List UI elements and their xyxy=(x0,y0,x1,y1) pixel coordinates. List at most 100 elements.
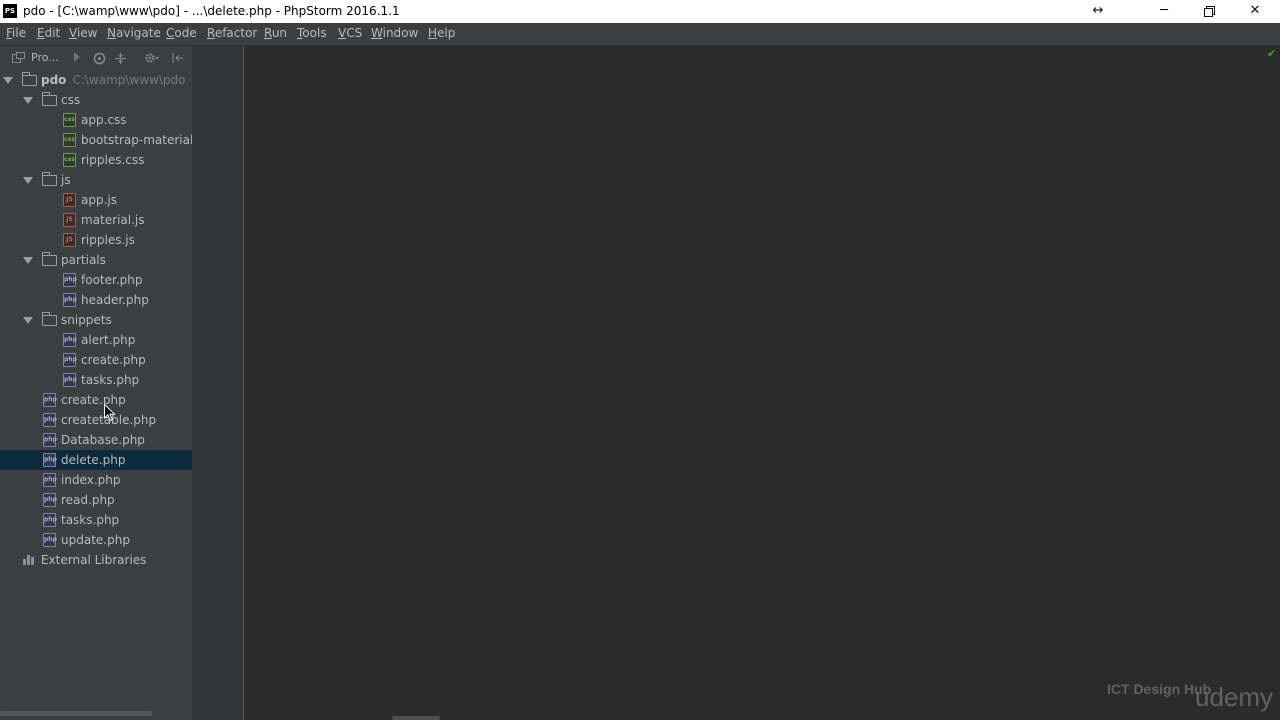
tree-file-selected[interactable]: php delete.php xyxy=(0,450,192,470)
tree-label: header.php xyxy=(81,293,149,307)
mouse-cursor-icon xyxy=(104,403,116,425)
tree-label: css xyxy=(61,93,81,107)
php-file-icon: php xyxy=(43,453,57,467)
tree-file[interactable]: JS material.js xyxy=(0,210,192,230)
menu-help[interactable]: Help xyxy=(428,26,455,40)
php-file-icon: php xyxy=(63,333,77,347)
js-file-icon: JS xyxy=(63,213,76,227)
resize-icon[interactable]: ↔ xyxy=(1075,0,1121,23)
library-icon xyxy=(23,555,35,565)
tree-folder-js[interactable]: js xyxy=(0,170,192,190)
tree-label: app.js xyxy=(81,193,117,207)
tree-file[interactable]: php footer.php xyxy=(0,270,192,290)
phpstorm-app-icon: PS xyxy=(3,4,17,18)
tree-file[interactable]: php create.php xyxy=(0,350,192,370)
tree-file[interactable]: css ripples.css xyxy=(0,150,192,170)
css-file-icon: css xyxy=(63,153,76,167)
menu-navigate[interactable]: Navigate xyxy=(107,26,161,40)
php-file-icon: php xyxy=(63,293,77,307)
project-view-label[interactable]: Pro... xyxy=(31,51,59,64)
title-bar: PS pdo - [C:\wamp\www\pdo] - ...\delete.… xyxy=(0,0,1280,23)
tree-file[interactable]: JS app.js xyxy=(0,190,192,210)
tree-folder-partials[interactable]: partials xyxy=(0,250,192,270)
maximize-icon[interactable] xyxy=(1186,0,1232,23)
expand-arrow-icon[interactable] xyxy=(3,77,13,84)
panel-divider[interactable] xyxy=(192,46,244,720)
tree-file[interactable]: php read.php xyxy=(0,490,192,510)
tree-folder-css[interactable]: css xyxy=(0,90,192,110)
menu-code[interactable]: Code xyxy=(166,26,197,40)
udemy-watermark: udemy xyxy=(1195,682,1274,712)
tree-file[interactable]: JS ripples.js xyxy=(0,230,192,250)
tree-file[interactable]: php createtable.php xyxy=(0,410,192,430)
php-file-icon: php xyxy=(43,493,57,507)
php-file-icon: php xyxy=(43,413,57,427)
root-path: C:\wamp\www\pdo xyxy=(72,73,186,87)
tree-label: partials xyxy=(61,253,106,267)
tree-label: Database.php xyxy=(61,433,145,447)
expand-arrow-icon[interactable] xyxy=(23,317,33,324)
menu-vcs[interactable]: VCS xyxy=(338,26,362,40)
menu-run[interactable]: Run xyxy=(264,26,287,40)
window-title: pdo - [C:\wamp\www\pdo] - ...\delete.php… xyxy=(23,4,400,18)
tree-label: snippets xyxy=(61,313,112,327)
editor-scrollbar[interactable] xyxy=(392,716,440,720)
menu-bar: File Edit View Navigate Code Refactor Ru… xyxy=(0,23,1280,46)
tree-file[interactable]: css app.css xyxy=(0,110,192,130)
collapse-all-icon[interactable] xyxy=(114,52,127,68)
tree-file[interactable]: php update.php xyxy=(0,530,192,550)
tree-label: tasks.php xyxy=(61,513,120,527)
horizontal-scrollbar[interactable] xyxy=(0,711,152,716)
js-file-icon: JS xyxy=(63,193,76,207)
js-file-icon: JS xyxy=(63,233,76,247)
tree-root-pdo[interactable]: pdo C:\wamp\www\pdo xyxy=(0,70,192,90)
tree-file[interactable]: php alert.php xyxy=(0,330,192,350)
minimize-icon[interactable]: ─ xyxy=(1141,0,1187,23)
menu-tools[interactable]: Tools xyxy=(297,26,327,40)
expand-arrow-icon[interactable] xyxy=(23,97,33,104)
folder-icon xyxy=(42,92,57,106)
tree-file[interactable]: php create.php xyxy=(0,390,192,410)
folder-icon xyxy=(42,312,57,326)
css-file-icon: css xyxy=(63,133,76,147)
tree-label: bootstrap-material-d xyxy=(81,133,192,147)
check-icon: ✔ xyxy=(1267,47,1277,60)
tree-file[interactable]: php tasks.php xyxy=(0,370,192,390)
close-icon[interactable]: ✕ xyxy=(1232,0,1278,23)
tree-file[interactable]: php tasks.php xyxy=(0,510,192,530)
php-file-icon: php xyxy=(43,513,57,527)
php-file-icon: php xyxy=(63,353,77,367)
menu-window[interactable]: Window xyxy=(371,26,418,40)
php-file-icon: php xyxy=(43,473,57,487)
php-file-icon: php xyxy=(43,393,57,407)
tree-label: read.php xyxy=(61,493,115,507)
tree-label: External Libraries xyxy=(41,553,147,567)
tree-label: tasks.php xyxy=(81,373,140,387)
php-file-icon: php xyxy=(43,433,57,447)
tree-label: app.css xyxy=(81,113,127,127)
hide-panel-icon[interactable] xyxy=(172,52,184,67)
tree-file[interactable]: php header.php xyxy=(0,290,192,310)
menu-refactor[interactable]: Refactor xyxy=(207,26,257,40)
project-view-icon[interactable] xyxy=(12,52,26,66)
tree-file[interactable]: php Database.php xyxy=(0,430,192,450)
play-arrow-icon[interactable] xyxy=(73,52,81,65)
menu-view[interactable]: View xyxy=(69,26,97,40)
gear-icon[interactable] xyxy=(144,52,160,67)
tree-label: delete.php xyxy=(61,453,126,467)
folder-icon xyxy=(42,252,57,266)
expand-arrow-icon[interactable] xyxy=(23,177,33,184)
menu-edit[interactable]: Edit xyxy=(37,26,60,40)
expand-arrow-icon[interactable] xyxy=(23,257,33,264)
scroll-from-source-icon[interactable] xyxy=(93,52,106,68)
editor-area[interactable] xyxy=(244,46,1280,720)
tree-label: update.php xyxy=(61,533,130,547)
tree-label: js xyxy=(61,173,71,187)
tree-file[interactable]: css bootstrap-material-d xyxy=(0,130,192,150)
tree-external-libraries[interactable]: External Libraries xyxy=(0,550,192,570)
menu-file[interactable]: File xyxy=(6,26,26,40)
tree-label: footer.php xyxy=(81,273,143,287)
tree-file[interactable]: php index.php xyxy=(0,470,192,490)
tree-label: ripples.css xyxy=(81,153,145,167)
tree-folder-snippets[interactable]: snippets xyxy=(0,310,192,330)
